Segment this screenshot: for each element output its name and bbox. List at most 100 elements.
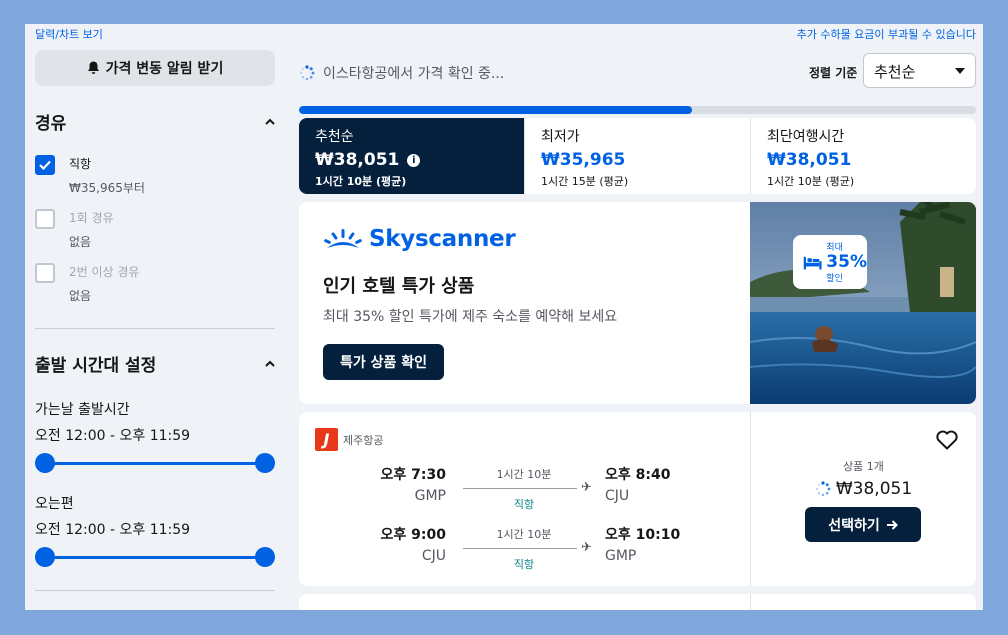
sort-label: 정렬 기준 [809, 66, 858, 80]
stops-title: 경유 [35, 114, 67, 134]
price-row: ₩38,051 [751, 479, 976, 499]
return-leg: 오후 9:00 CJU 1시간 10분 ✈ 직항 오후 10:10 GMP [299, 524, 750, 574]
slider-handle-start[interactable] [35, 453, 55, 473]
discount-badge: 최대 35% 할인 [793, 235, 867, 289]
plane-icon: ✈ [581, 540, 592, 555]
tab-best[interactable]: 추천순 ₩38,051 i 1시간 10분 (평균) [299, 118, 524, 194]
airline-name: 제주항공 [343, 433, 384, 447]
price-alert-label: 가격 변동 알림 받기 [105, 61, 224, 77]
flight-result-card[interactable]: J 제주항공 오후 7:30 GMP 1시간 10분 ✈ 직항 오후 8:40 … [299, 412, 976, 586]
heart-icon[interactable] [935, 428, 959, 452]
badge-percent: 35% [826, 252, 867, 272]
slider-track [45, 462, 265, 465]
infinity-pool-illustration [750, 202, 976, 404]
tab-price-row: ₩38,051 i [315, 150, 508, 170]
status-row: 이스타항공에서 가격 확인 중... 정렬 기준 추천순 [299, 50, 976, 98]
tab-name: 추천순 [315, 129, 354, 145]
sort-tabs: 추천순 ₩38,051 i 1시간 10분 (평균) 최저가 ₩35,965 1… [299, 118, 976, 194]
info-icon[interactable]: i [407, 153, 421, 167]
arrival-airport: GMP [605, 548, 637, 564]
slider-handle-end[interactable] [255, 453, 275, 473]
outbound-time-label: 가는날 출발시간 [35, 402, 130, 418]
baggage-fees-link[interactable]: 추가 수하물 요금이 부과될 수 있습니다 [797, 26, 976, 42]
stop-option-price: ₩35,965부터 [69, 181, 145, 195]
select-flight-button[interactable]: 선택하기 [805, 507, 921, 542]
return-time-range: 오전 12:00 - 오후 11:59 [35, 522, 191, 538]
stop-option-direct[interactable]: 직항 ₩35,965부터 [35, 155, 275, 196]
tab-duration: 1시간 15분 (평균) [541, 175, 629, 188]
slider-handle-end[interactable] [255, 547, 275, 567]
stops-info: 직항 [513, 498, 535, 511]
return-time-label: 오는편 [35, 496, 74, 512]
return-time-slider[interactable] [35, 547, 275, 567]
tab-duration: 1시간 10분 (평균) [767, 175, 855, 188]
checkbox-direct[interactable] [35, 155, 55, 175]
stop-option-label: 2번 이상 경유 [69, 265, 140, 279]
tab-cheapest[interactable]: 최저가 ₩35,965 1시간 15분 (평균) [524, 118, 750, 194]
results-main: 이스타항공에서 가격 확인 중... 정렬 기준 추천순 추천순 ₩38,051… [299, 50, 976, 610]
outbound-time-slider[interactable] [35, 453, 275, 473]
check-icon [39, 160, 51, 170]
brand-name: Skyscanner [369, 226, 516, 252]
flight-price: ₩38,051 [835, 479, 913, 499]
checkbox-two-plus-stops[interactable] [35, 263, 55, 283]
progress-fill [299, 106, 692, 114]
badge-bottom: 할인 [826, 274, 843, 284]
badge-text: 최대 35% 할인 [826, 240, 867, 284]
departure-airport: CJU [421, 548, 446, 564]
tab-fastest[interactable]: 최단여행시간 ₩38,051 1시간 10분 (평균) [750, 118, 976, 194]
filters-sidebar: 가격 변동 알림 받기 경유 직항 ₩35,965부터 1회 경유 없음 2번 … [35, 50, 275, 591]
arrival-time: 오후 10:10 [605, 527, 681, 543]
tab-price: ₩38,051 [767, 150, 852, 170]
slider-handle-start[interactable] [35, 547, 55, 567]
sunrise-icon [324, 229, 362, 248]
calendar-chart-link[interactable]: 달력/차트 보기 [35, 26, 103, 42]
route-line [463, 548, 577, 549]
results-page: 달력/차트 보기 추가 수하물 요금이 부과될 수 있습니다 가격 변동 알림 … [25, 24, 983, 610]
stop-option-one[interactable]: 1회 경유 없음 [35, 209, 275, 250]
arrival-time: 오후 8:40 [605, 467, 671, 483]
caret-down-icon [955, 68, 965, 74]
stop-option-price: 없음 [69, 289, 92, 303]
tab-price: ₩38,051 [315, 150, 400, 170]
stops-info: 직항 [513, 558, 535, 571]
leg-duration: 1시간 10분 [496, 468, 552, 481]
promo-subtitle: 최대 35% 할인 특가에 제주 숙소를 예약해 보세요 [323, 309, 618, 325]
stop-option-price: 없음 [69, 235, 92, 249]
tab-name: 최단여행시간 [767, 129, 845, 145]
departure-times-header[interactable]: 출발 시간대 설정 [35, 351, 275, 376]
route-line [463, 488, 577, 489]
skyscanner-logo: Skyscanner [323, 226, 516, 252]
promo-cta-button[interactable]: 특가 상품 확인 [323, 344, 445, 380]
slider-track [45, 556, 265, 559]
departure-time: 오후 7:30 [380, 467, 446, 483]
loading-status-text: 이스타항공에서 가격 확인 중... [323, 66, 505, 82]
plane-icon: ✈ [581, 480, 592, 495]
sort-value: 추천순 [874, 63, 916, 81]
bed-icon [803, 256, 822, 270]
checkbox-one-stop[interactable] [35, 209, 55, 229]
price-alert-button[interactable]: 가격 변동 알림 받기 [35, 50, 275, 86]
next-flight-result-card[interactable] [299, 594, 976, 610]
select-button-label: 선택하기 [828, 517, 880, 534]
search-progress-bar [299, 106, 976, 114]
stop-option-label: 1회 경유 [69, 211, 114, 225]
bell-icon [87, 61, 99, 74]
hotel-promo-card[interactable]: Skyscanner 인기 호텔 특가 상품 최대 35% 할인 특가에 제주 … [299, 202, 976, 404]
card-divider [750, 412, 751, 586]
departure-airport: GMP [414, 488, 446, 504]
stop-option-label: 직항 [69, 157, 92, 171]
sort-dropdown[interactable]: 추천순 [863, 53, 976, 88]
departure-times-title: 출발 시간대 설정 [35, 356, 157, 376]
sidebar-divider [35, 590, 275, 591]
stop-option-two-plus[interactable]: 2번 이상 경유 없음 [35, 263, 275, 304]
sidebar-divider [35, 328, 275, 329]
stops-options: 직항 ₩35,965부터 1회 경유 없음 2번 이상 경유 없음 [35, 155, 275, 304]
leg-duration: 1시간 10분 [496, 528, 552, 541]
departure-time: 오후 9:00 [380, 527, 446, 543]
hotel-pool-image: 최대 35% 할인 [750, 202, 976, 404]
stops-header[interactable]: 경유 [35, 109, 275, 134]
tab-duration: 1시간 10분 (평균) [315, 175, 407, 188]
outbound-leg: 오후 7:30 GMP 1시간 10분 ✈ 직항 오후 8:40 CJU [299, 464, 750, 514]
loading-spinner-icon [300, 65, 315, 81]
